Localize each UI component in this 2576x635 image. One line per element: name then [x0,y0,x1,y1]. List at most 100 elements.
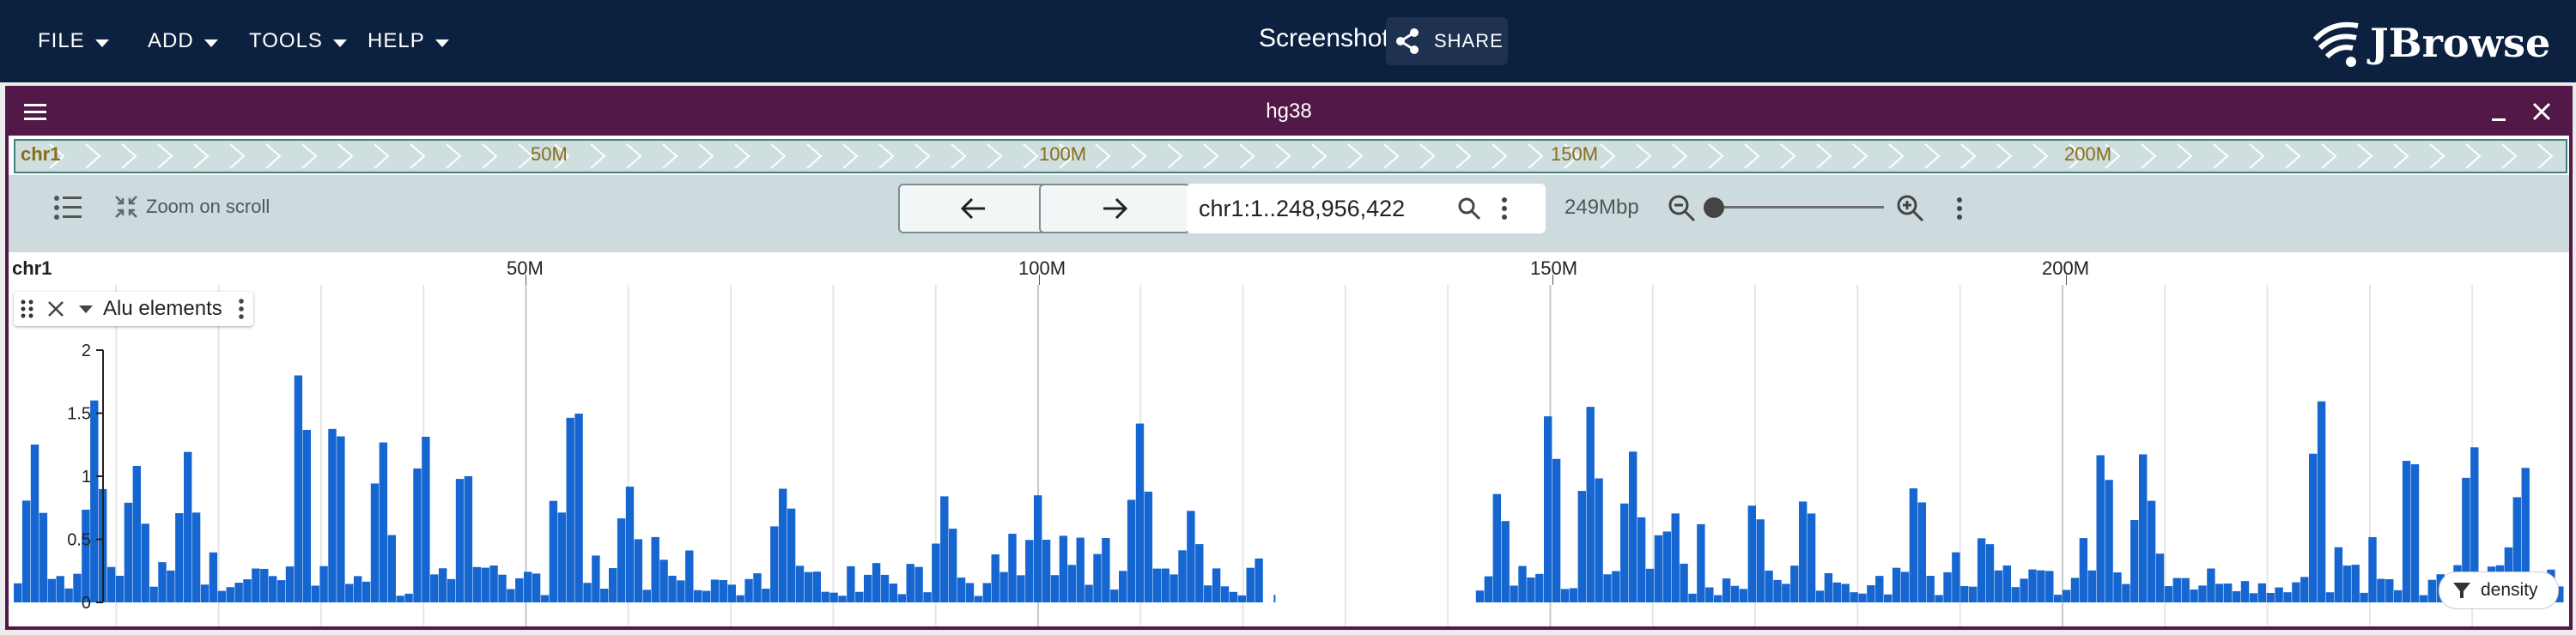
drag-handle-icon[interactable] [19,297,36,321]
density-bar [1722,578,1731,602]
location-input[interactable]: chr1:1..248,956,422 [1199,196,1405,222]
share-button[interactable]: SHARE [1386,17,1508,65]
pan-right-button[interactable] [1039,184,1190,233]
location-more-icon[interactable] [1499,196,1510,221]
density-bar [337,436,345,602]
density-bar [1237,595,1246,602]
zoom-slider-track[interactable] [1712,206,1884,209]
tools-menu[interactable]: TOOLS [249,0,347,82]
pan-left-button[interactable] [898,184,1049,233]
density-bar [2045,571,2054,602]
track-label: Alu elements [14,292,253,326]
ruler-chromosome-label: chr1 [12,257,52,279]
track-menu-icon[interactable] [236,297,246,321]
density-bar [1093,553,1102,602]
overview-chevron [2249,143,2265,169]
density-bar [949,529,957,602]
density-bar [1059,535,1068,602]
help-menu[interactable]: HELP [368,0,449,82]
density-bar [1994,570,2003,602]
density-bar [1084,584,1093,602]
minimize-icon[interactable] [2488,101,2511,124]
zoom-on-scroll-label[interactable]: Zoom on scroll [146,196,270,218]
overview-chevron [2213,143,2229,169]
density-bar [1220,586,1230,602]
density-bar [439,568,447,602]
density-bar [2122,584,2130,602]
density-bar [1067,565,1076,602]
overview-chevron [1924,143,1941,169]
file-menu[interactable]: FILE [38,0,109,82]
density-bar [1135,423,1145,602]
density-bar [1875,576,1884,602]
density-bar [1178,550,1187,602]
location-search-box[interactable]: chr1:1..248,956,422 [1187,184,1546,233]
density-bar [354,576,362,602]
overview-chevron [2537,143,2554,169]
overview-chevron [1600,143,1616,169]
share-button-label: SHARE [1434,30,1504,51]
ruler[interactable]: chr1 50M 100M 150M 200M [9,252,2569,286]
density-bar [1952,552,1960,602]
density-bar [260,568,269,602]
density-bar [2079,538,2088,602]
close-icon[interactable] [2530,100,2554,124]
zoom-on-scroll-icon[interactable] [113,194,139,220]
track-selector-icon[interactable] [53,194,84,221]
density-bar [1273,595,1276,602]
density-bar [1552,458,1561,602]
density-bar [1705,587,1714,602]
close-track-icon[interactable] [45,298,67,320]
zoom-in-icon[interactable] [1896,194,1925,223]
density-bar [1917,502,1926,602]
density-bar [1161,568,1170,602]
overview-chevron [590,143,606,169]
density-bar [1714,595,1722,602]
overview-chevron [842,143,859,169]
display-mode-chip[interactable]: density [2439,572,2559,609]
density-bar [276,580,286,602]
density-bar [736,595,744,602]
density-bar [2342,565,2351,602]
density-bar [2368,536,2377,602]
density-bar [1535,573,1544,602]
density-bar [982,583,991,602]
jbrowse-logo: JBrowse [2310,15,2550,70]
overview-chevron [229,143,246,169]
alu-elements-track[interactable]: 0 0.5 1 1.5 2 Alu elements [9,285,2569,626]
search-icon[interactable] [1456,196,1482,221]
density-bar [659,559,668,602]
density-bar [1484,576,1493,602]
overview-chevron [951,143,967,169]
density-bar [1688,593,1697,602]
y-tick-label: 1.5 [67,405,91,424]
density-bar [345,584,354,602]
overview-scalebar[interactable]: chr1 50M 100M 150M 200M [14,139,2567,173]
view-options-icon[interactable] [1954,196,1965,221]
density-bar [838,596,847,602]
density-bar [285,566,295,602]
density-bar [991,554,999,602]
density-bar [106,566,116,602]
density-bar [625,487,635,602]
density-bar [370,483,380,602]
add-menu[interactable]: ADD [148,0,218,82]
density-bar [694,590,702,602]
zoom-out-icon[interactable] [1668,194,1697,223]
density-bar [829,592,838,602]
density-bar [1170,574,1178,602]
overview-chevron [301,143,318,169]
app-bar: FILE ADD TOOLS HELP Screenshot SHARE JBr… [0,0,2576,82]
overview-chevron [1347,143,1364,169]
zoom-slider-thumb[interactable] [1704,197,1724,218]
density-bar [1255,558,1263,602]
density-bar [634,539,643,602]
overview-chevron [914,143,931,169]
display-mode-label: density [2481,580,2538,600]
session-title[interactable]: Screenshot [1259,24,1389,53]
y-tick-label: 0 [82,594,91,613]
y-tick-label: 2 [82,342,91,360]
overview-chevron [482,143,498,169]
chevron-down-icon[interactable] [77,303,94,315]
density-bar [897,594,906,602]
